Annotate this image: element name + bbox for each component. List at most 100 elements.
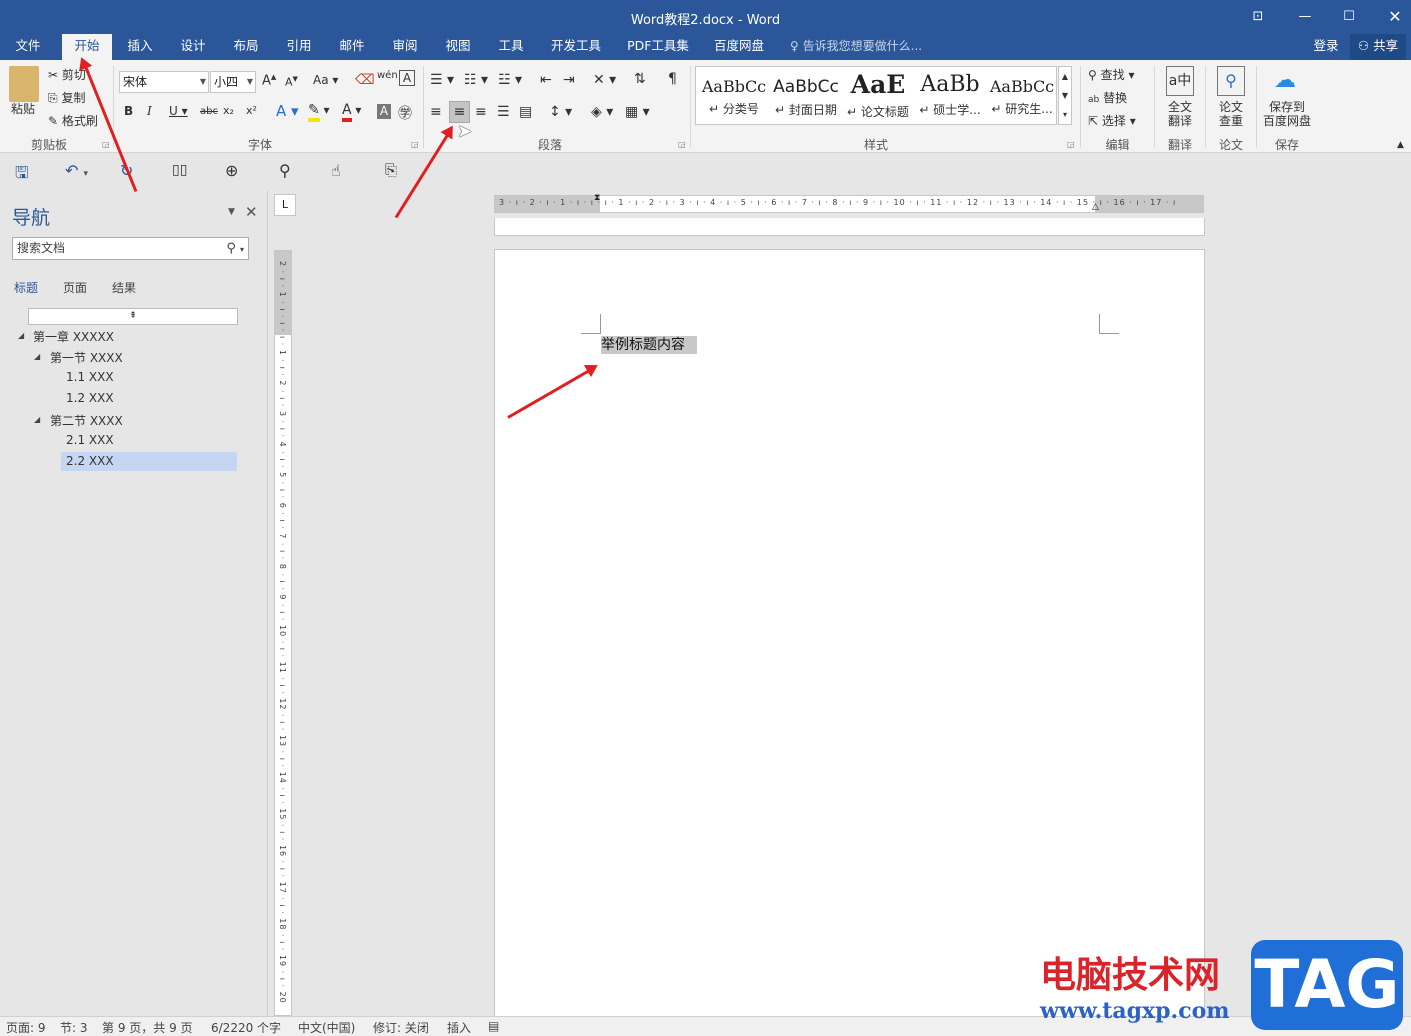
right-indent-marker-icon[interactable]: △ [1092,202,1099,212]
replace-button[interactable]: ab 替换 [1088,89,1127,106]
search-icon[interactable]: ⚲ ▾ [226,238,244,260]
ribbon-display-icon[interactable]: ⊡ [1243,6,1273,28]
styles-launcher-icon[interactable]: ◲ [1067,140,1075,149]
change-case-button[interactable]: Aa ▾ [313,73,338,87]
tab-review[interactable]: 审阅 [385,34,425,60]
nav-tab-pages[interactable]: 页面 [63,279,87,296]
nav-collapse-bar[interactable]: ⇞ [28,308,238,325]
superscript-button[interactable]: x² [246,104,257,117]
shading-icon[interactable]: ◈ ▾ [591,104,613,120]
login-button[interactable]: 登录 [1306,34,1346,60]
macro-icon[interactable]: ▤ [488,1019,499,1033]
paste-button[interactable]: 粘贴 [11,100,35,117]
subscript-button[interactable]: x₂ [223,104,234,117]
font-name-combo[interactable]: 宋体 ▼ [119,71,209,93]
clear-format-icon[interactable]: ⌫ [355,72,375,88]
style-item[interactable]: AaBbCc ↵ 研究生... [986,67,1058,124]
style-item[interactable]: AaBbCc ↵ 封面日期 [770,67,842,124]
enclose-char-icon[interactable]: ㊫ [398,103,412,123]
status-page[interactable]: 页面: 9 [6,1019,46,1036]
style-item[interactable]: AaBb ↵ 硕士学... [914,67,986,124]
format-painter-button[interactable]: ✎ 格式刷 [48,112,98,129]
share-button[interactable]: ⚇ 共享 [1350,34,1406,60]
collapse-triangle-icon[interactable]: ◢ [18,331,24,340]
nav-heading-item[interactable]: 第一节 XXXX [50,349,123,366]
nav-close-icon[interactable]: ✕ [245,203,258,221]
clipboard-launcher-icon[interactable]: ◲ [102,140,110,149]
distributed-icon[interactable]: ▤ [519,104,532,120]
document-page[interactable]: 举例标题内容 [494,249,1205,1019]
copy-button[interactable]: ⎘ 复制 [48,89,85,106]
tab-insert[interactable]: 插入 [120,34,160,60]
nav-tab-results[interactable]: 结果 [112,279,136,296]
styles-scroll[interactable]: ▲ ▼ ▾ [1058,66,1072,125]
minimize-button[interactable]: — [1290,6,1320,28]
nav-heading-item[interactable]: 2.1 XXX [66,433,114,447]
sort-icon[interactable]: ⇅ [634,71,646,87]
customize-icon[interactable]: ⎘ [385,161,397,179]
status-page-count[interactable]: 第 9 页，共 9 页 [102,1019,193,1036]
full-translate-button[interactable]: 全文 翻译 [1168,100,1192,128]
vertical-ruler[interactable]: 2 · ı · 1 · ı · ı · ı · 1 · ı · 2 · ı · … [274,250,292,1016]
tab-developer[interactable]: 开发工具 [545,34,607,60]
align-right-icon[interactable]: ≡ [475,104,487,120]
nav-options-icon[interactable]: ▼ [228,207,235,217]
justify-icon[interactable]: ☰ [497,104,510,120]
nav-heading-item[interactable]: 第一章 XXXXX [33,328,114,345]
status-language[interactable]: 中文(中国) [298,1019,355,1036]
multilevel-list-icon[interactable]: ☳ ▾ [498,72,522,88]
cloud-icon[interactable]: ☁ [1274,68,1296,93]
line-spacing-icon[interactable]: ↕ ▾ [549,104,572,120]
font-color-button[interactable]: A ▾ [342,102,361,122]
style-item[interactable]: AaE ↵ 论文标题 [842,67,914,124]
tab-references[interactable]: 引用 [279,34,319,60]
status-insert-mode[interactable]: 插入 [447,1019,471,1036]
nav-tab-headings[interactable]: 标题 [14,279,38,296]
tell-me-box[interactable]: ♀ 告诉我您想要做什么... [790,34,940,60]
font-size-combo[interactable]: 小四 ▼ [210,71,256,93]
strikethrough-button[interactable]: abc [200,106,218,117]
document-heading[interactable]: 举例标题内容 [601,336,697,354]
collapse-triangle-icon[interactable]: ◢ [34,415,40,424]
nav-heading-item[interactable]: 1.2 XXX [66,391,114,405]
bold-button[interactable]: B [124,104,133,118]
text-effects-icon[interactable]: A ▾ [276,102,299,120]
phonetic-guide-icon[interactable]: wén [377,70,398,81]
select-button[interactable]: ⇱ 选择 ▾ [1088,112,1136,129]
highlight-icon[interactable]: ✎ ▾ [308,102,330,122]
touch-mode-icon[interactable]: ☝ [331,161,341,180]
tab-tools[interactable]: 工具 [491,34,531,60]
nav-search-input[interactable]: 搜索文档 ⚲ ▾ [12,237,249,260]
tab-pdf-tools[interactable]: PDF工具集 [622,34,694,60]
horizontal-ruler[interactable]: 3 · ı · 2 · ı · 1 · ı · ı · ı · 1 · ı · … [494,193,1204,213]
italic-button[interactable]: I [147,104,152,118]
nav-heading-item[interactable]: 1.1 XXX [66,370,114,384]
nav-heading-item[interactable]: 2.2 XXX [66,454,114,468]
undo-icon[interactable]: ↶ ▾ [65,161,88,180]
tab-design[interactable]: 设计 [173,34,213,60]
web-layout-icon[interactable]: ⊕ [225,161,238,180]
numbering-icon[interactable]: ☷ ▾ [464,72,488,88]
save-to-baidu-button[interactable]: 保存到 百度网盘 [1263,100,1311,128]
grow-font-icon[interactable]: A▲ [262,73,276,88]
status-word-count[interactable]: 6/2220 个字 [211,1019,281,1036]
find-button[interactable]: ⚲ 查找 ▾ [1088,66,1134,83]
char-border-icon[interactable]: A [399,70,415,86]
paragraph-launcher-icon[interactable]: ◲ [678,140,686,149]
status-track-changes[interactable]: 修订: 关闭 [373,1019,429,1036]
tab-view[interactable]: 视图 [438,34,478,60]
save-icon[interactable]: 🖫 [15,162,29,189]
tab-baidu-pan[interactable]: 百度网盘 [708,34,770,60]
nav-heading-item[interactable]: 第二节 XXXX [50,412,123,429]
tab-layout[interactable]: 布局 [226,34,266,60]
char-shading-icon[interactable]: A [377,104,391,119]
translate-icon[interactable]: a中 [1166,66,1194,96]
decrease-indent-icon[interactable]: ⇤ [540,72,552,88]
indent-marker-icon[interactable]: ⧗ [594,193,600,203]
align-center-icon[interactable]: ≡ [449,101,470,123]
collapse-ribbon-icon[interactable]: ▲ [1397,140,1404,150]
shrink-font-icon[interactable]: A▼ [285,75,298,89]
maximize-button[interactable]: ☐ [1334,6,1364,28]
paste-icon[interactable] [9,66,39,102]
bullets-icon[interactable]: ☰ ▾ [430,72,454,88]
